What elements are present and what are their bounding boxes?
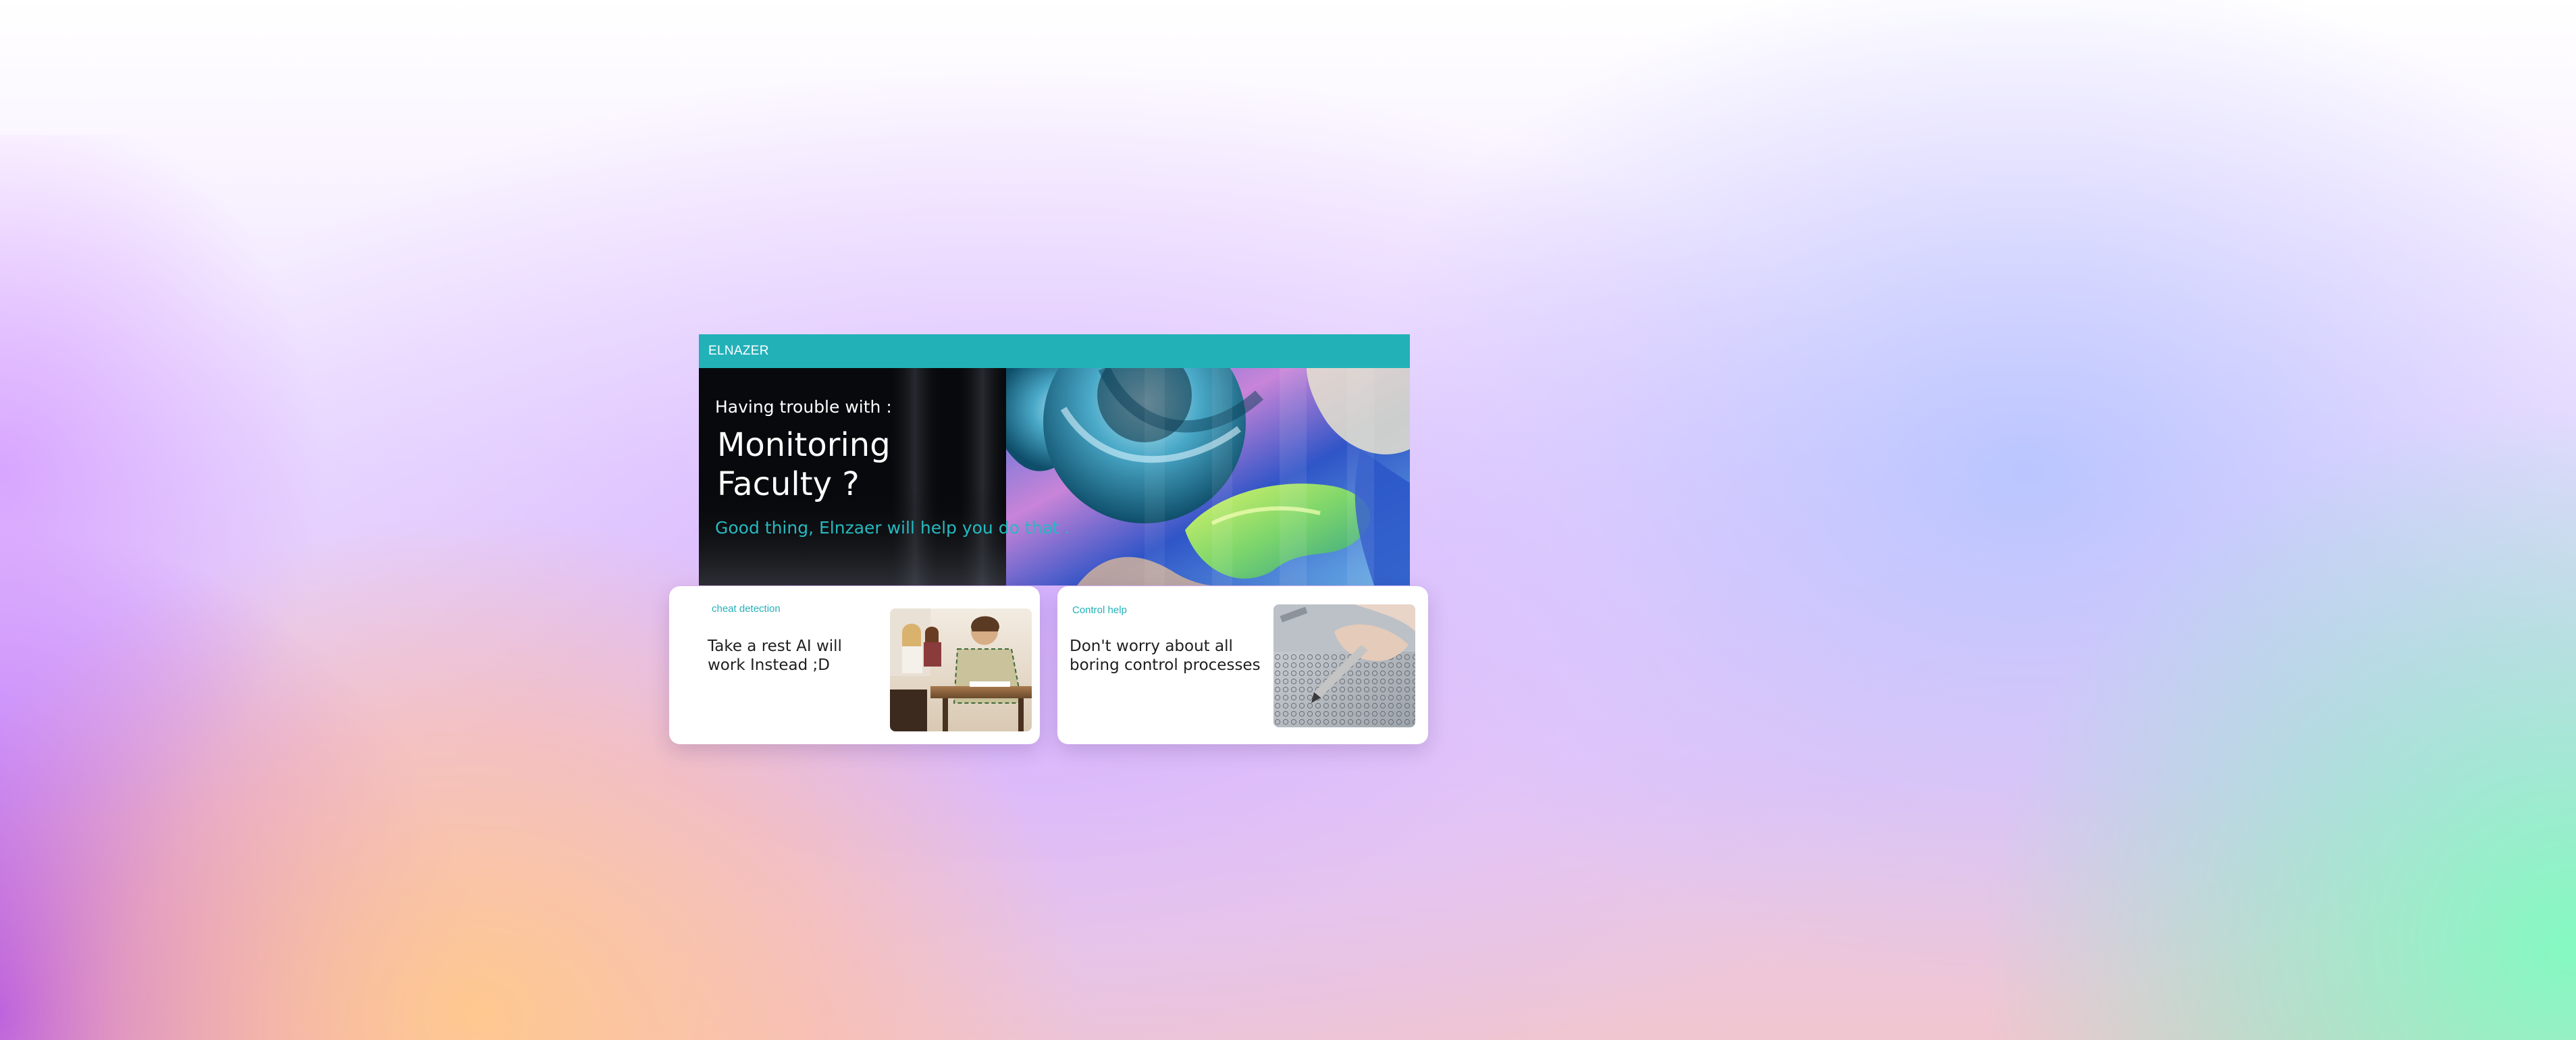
background-glow — [0, 135, 405, 810]
brand-logo-text[interactable]: ELNAZER — [708, 344, 769, 359]
feature-card-cheat-detection[interactable]: cheat detection Take a rest AI will work… — [669, 586, 1040, 744]
card-text: Don't worry about all boring control pro… — [1070, 638, 1261, 674]
card-tag: cheat detection — [712, 603, 781, 615]
students-exam-image — [890, 608, 1032, 731]
feature-card-control-help[interactable]: Control help Don't worry about all borin… — [1057, 586, 1428, 744]
card-tag: Control help — [1072, 604, 1127, 616]
top-bar: ELNAZER — [699, 334, 1410, 368]
hero-banner: ELNAZER Having trouble with: Monitoring… — [699, 334, 1410, 586]
answer-sheet-image — [1273, 604, 1415, 727]
answer-sheet-photo — [1273, 604, 1415, 727]
students-exam-photo — [890, 608, 1032, 731]
hero-subtitle: Having trouble with : — [715, 397, 892, 417]
hero-tagline: Good thing, Elnzaer will help you do tha… — [715, 518, 1070, 538]
card-text: Take a rest AI will work Instead ;D — [708, 638, 842, 674]
hero-title: Monitoring Faculty ? — [717, 426, 891, 503]
